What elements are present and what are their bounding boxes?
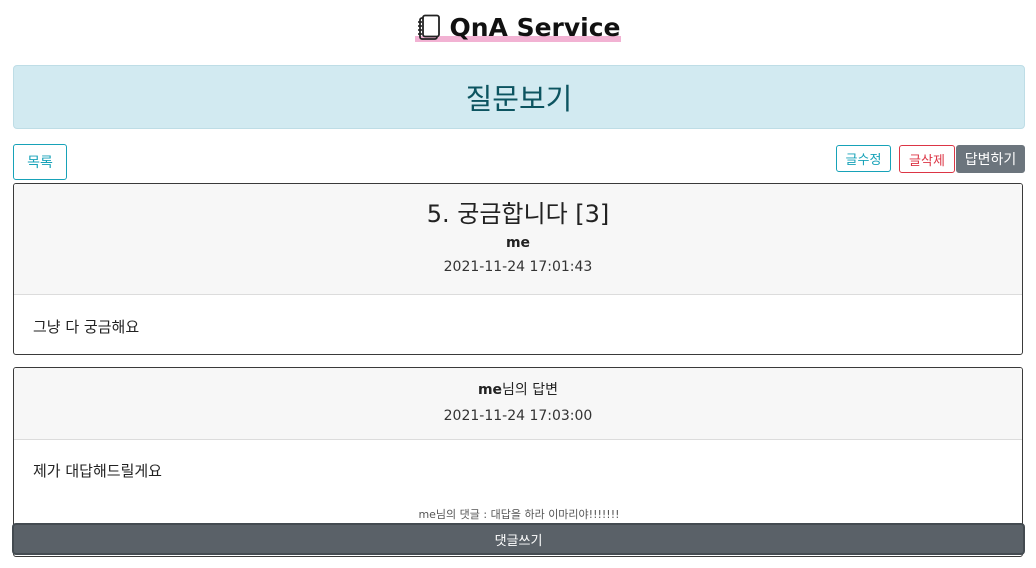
delete-post-button[interactable]: 글삭제 (899, 145, 955, 173)
edit-post-button[interactable]: 글수정 (836, 145, 891, 172)
notebook-icon (418, 14, 441, 40)
answer-author-line: me님의 답변 (478, 379, 558, 399)
question-date: 2021-11-24 17:01:43 (443, 259, 593, 275)
question-card: 5. 궁금합니다 [3] me 2021-11-24 17:01:43 그냥 다… (13, 183, 1023, 355)
answer-date: 2021-11-24 17:03:00 (443, 408, 593, 424)
list-button[interactable]: 목록 (13, 144, 67, 180)
write-comment-button[interactable]: 댓글쓰기 (12, 523, 1025, 555)
answer-body: 제가 대답해드릴게요 (33, 462, 162, 480)
answer-header: me님의 답변 2021-11-24 17:03:00 (14, 368, 1022, 440)
page-banner: 질문보기 (13, 65, 1025, 129)
question-title: 5. 궁금합니다 [3] (426, 200, 610, 228)
question-header: 5. 궁금합니다 [3] me 2021-11-24 17:01:43 (14, 184, 1022, 295)
answer-author: me (477, 382, 503, 398)
app-header: QnA Service (0, 10, 1036, 46)
app-title: QnA Service (415, 13, 621, 42)
brand: QnA Service (415, 13, 621, 43)
question-body: 그냥 다 궁금해요 (33, 318, 140, 336)
question-author: me (505, 235, 531, 251)
comment-text: me님의 댓글 : 대답을 하라 이마리야!!!!!!! (418, 508, 620, 521)
answer-author-suffix: 님의 답변 (502, 382, 559, 398)
page-title: 질문보기 (465, 82, 573, 116)
answer-button[interactable]: 답변하기 (956, 145, 1025, 173)
